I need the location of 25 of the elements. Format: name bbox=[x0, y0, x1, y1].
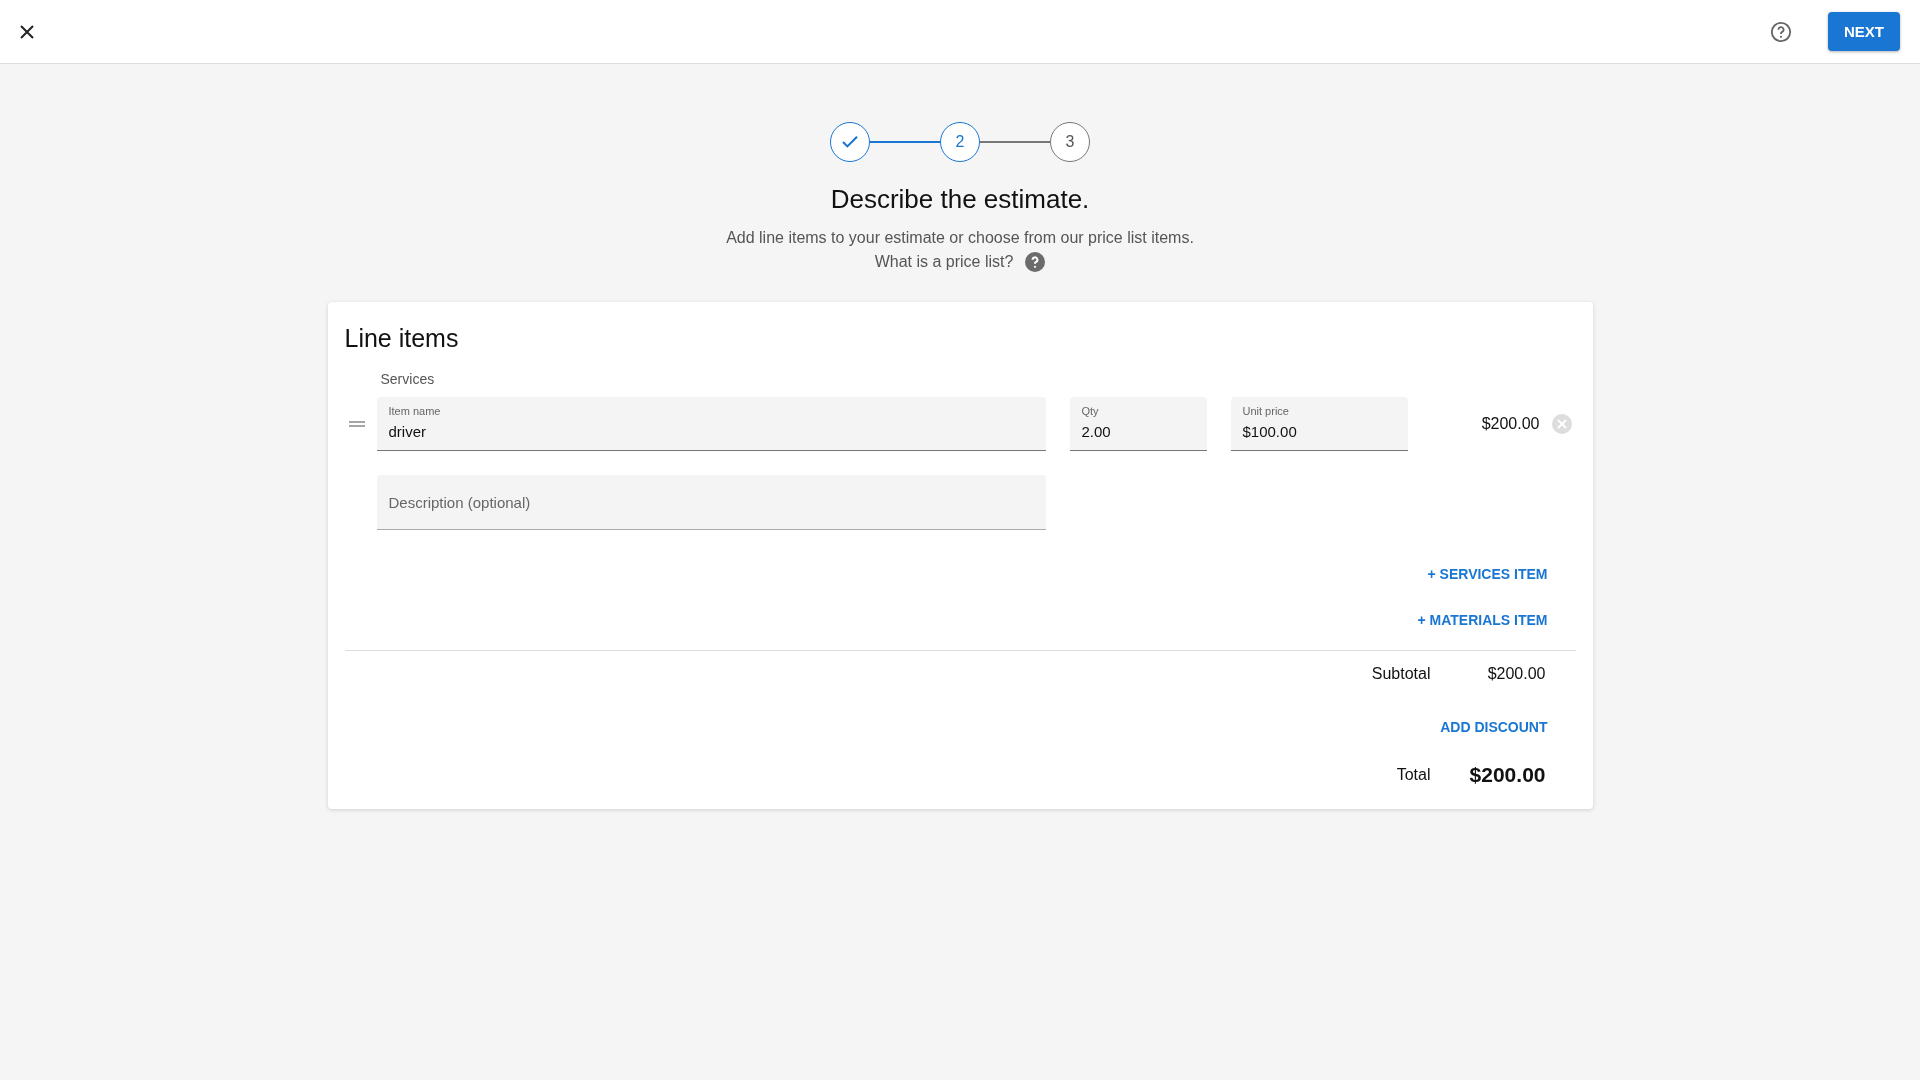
intro-text: Add line items to your estimate or choose from our price list items. bbox=[726, 229, 1194, 247]
add-discount-button[interactable]: ADD DISCOUNT bbox=[1440, 717, 1548, 737]
check-icon bbox=[841, 135, 859, 149]
help-icon[interactable] bbox=[1025, 252, 1046, 272]
unit-price-field[interactable]: Unit price $100.00 bbox=[1230, 397, 1408, 451]
total-value: $200.00 bbox=[1468, 763, 1546, 787]
page-heading: Describe the estimate. bbox=[830, 184, 1090, 215]
line-amount: $200.00 bbox=[1481, 415, 1540, 433]
close-icon[interactable] bbox=[20, 24, 34, 39]
add-item-button[interactable]: + SERVICES ITEM bbox=[1427, 564, 1548, 584]
section-label: Services bbox=[380, 371, 436, 387]
step-circle: 3 bbox=[1050, 122, 1090, 162]
next-button[interactable]: NEXT bbox=[1828, 12, 1900, 51]
subtotal-value: $200.00 bbox=[1486, 665, 1546, 683]
price-list-link[interactable]: What is a price list? bbox=[874, 253, 1014, 271]
help-icon[interactable] bbox=[1770, 20, 1792, 43]
qty-field[interactable]: Qty 2.00 bbox=[1069, 397, 1207, 451]
item-name-field[interactable]: Item name driver bbox=[376, 397, 1046, 451]
add-item-button[interactable]: + MATERIALS ITEM bbox=[1417, 610, 1548, 630]
total-label: Total bbox=[1396, 766, 1431, 784]
step-circle: 2 bbox=[940, 122, 980, 162]
drag-handle-icon[interactable] bbox=[348, 421, 365, 427]
description-field[interactable]: Description (optional) bbox=[376, 475, 1046, 530]
card-title: Line items bbox=[344, 324, 460, 353]
subtotal-label: Subtotal bbox=[1371, 665, 1431, 683]
